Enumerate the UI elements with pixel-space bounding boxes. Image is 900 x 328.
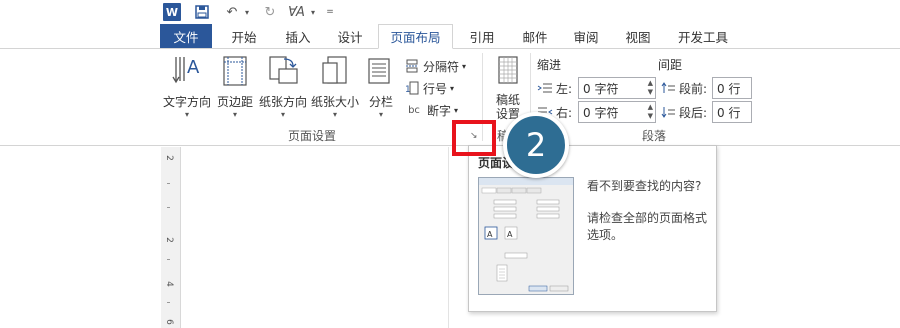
tooltip-line3: 选项。 <box>587 228 624 242</box>
dropdown-arrow-icon: ▾ <box>280 110 285 119</box>
hyphenation-icon: bc <box>408 104 420 116</box>
tooltip-line2: 请检查全部的页面格式 <box>587 211 708 225</box>
text-direction-icon: A <box>170 53 204 91</box>
spacing-before-label: 段前: <box>679 81 708 96</box>
tooltip-line1: 看不到要查找的内容? <box>587 179 702 193</box>
size-label: 纸张大小 <box>310 95 359 109</box>
dropdown-arrow-icon: ▾ <box>450 83 455 93</box>
dropdown-arrow-icon: ▾ <box>378 110 383 119</box>
dropdown-arrow-icon: ▾ <box>462 61 467 71</box>
columns-label: 分栏 <box>368 95 393 109</box>
dropdown-arrow-icon: ▾ <box>184 110 189 119</box>
tab-references[interactable]: 引用 <box>460 24 504 49</box>
spinner-arrows-icon[interactable]: ▲ ▼ <box>648 79 653 97</box>
spacing-before-row: 段前: <box>660 79 707 97</box>
dialog-launcher-highlight: ↘ <box>452 120 496 156</box>
spacing-after-row: 段后: <box>660 103 707 121</box>
dropdown-arrow-icon: ▾ <box>232 110 237 119</box>
ribbon-tabs: 文件 开始 插入 设计 页面布局 引用 邮件 审阅 视图 开发工具 <box>0 24 900 49</box>
indent-title: 缩进 <box>537 57 562 72</box>
ribbon-page-layout: A 文字方向 ▾ 页边距 ▾ 纸张方向 ▾ 纸张大小 ▾ 分栏 ▾ 分隔符 ▾ … <box>0 48 900 146</box>
orientation-button[interactable]: 纸张方向 ▾ <box>256 53 310 125</box>
page-setup-tooltip: 页面设置 A A 看不到要查找的内容? 请检查全部的页面格式 选项。 <box>468 145 717 312</box>
orientation-label: 纸张方向 <box>258 95 307 109</box>
spinner-arrows-icon[interactable]: ▲ ▼ <box>648 103 653 121</box>
svg-text:A: A <box>187 57 200 78</box>
indent-left-value: 0 字符 <box>583 81 619 96</box>
ruler-mark: 2 <box>163 237 174 243</box>
svg-text:A: A <box>507 230 513 239</box>
draft-paper-label-line1: 稿纸 <box>495 93 520 107</box>
page-setup-dialog-thumbnail: A A <box>478 177 574 295</box>
text-direction-button[interactable]: A 文字方向 ▾ <box>161 53 213 125</box>
draft-paper-icon <box>493 53 523 91</box>
ruler-mark: 4 <box>163 281 174 287</box>
dropdown-arrow-icon: ▾ <box>332 110 337 119</box>
hyphenation-button[interactable]: bc 断字 ▾ <box>404 101 458 119</box>
columns-icon <box>364 53 398 91</box>
quick-access-toolbar: W ↶ ▾ ↻ ⱯA ▾ = <box>0 0 900 24</box>
hyphenation-label: 断字 <box>427 103 452 118</box>
tab-page-layout[interactable]: 页面布局 <box>378 24 453 49</box>
orientation-icon <box>266 53 300 91</box>
spacing-before-input[interactable]: 0 行 <box>712 77 752 99</box>
format-dropdown-icon[interactable]: ▾ <box>308 3 318 21</box>
margins-icon <box>218 53 252 91</box>
line-numbers-button[interactable]: 1 行号 ▾ <box>404 79 454 97</box>
breaks-icon <box>404 59 420 73</box>
tab-design[interactable]: 设计 <box>328 24 372 49</box>
vertical-ruler[interactable]: 2 2 4 6 <box>161 147 181 328</box>
indent-right-value: 0 字符 <box>583 105 619 120</box>
columns-button[interactable]: 分栏 ▾ <box>366 53 396 125</box>
save-icon[interactable] <box>192 3 212 21</box>
margins-label: 页边距 <box>216 95 253 109</box>
customize-qat-icon[interactable]: = <box>324 3 336 21</box>
spacing-after-icon <box>660 105 676 119</box>
undo-dropdown-icon[interactable]: ▾ <box>242 3 252 21</box>
redo-icon[interactable]: ↻ <box>262 3 278 21</box>
tab-home[interactable]: 开始 <box>222 24 266 49</box>
tab-insert[interactable]: 插入 <box>276 24 320 49</box>
paper-size-icon <box>318 53 352 91</box>
tab-mailings[interactable]: 邮件 <box>513 24 557 49</box>
spacing-after-label: 段后: <box>679 105 708 120</box>
paragraph-group-label: 段落 <box>642 129 667 143</box>
dropdown-arrow-icon: ▾ <box>454 105 459 115</box>
breaks-label: 分隔符 <box>423 59 460 74</box>
line-numbers-label: 行号 <box>423 81 448 96</box>
font-format-icon[interactable]: ⱯA <box>284 3 308 21</box>
document-page[interactable] <box>181 147 449 328</box>
tab-view[interactable]: 视图 <box>616 24 660 49</box>
margins-button[interactable]: 页边距 ▾ <box>214 53 256 125</box>
step-number-badge: 2 <box>503 112 569 178</box>
indent-right-input[interactable]: 0 字符 ▲ ▼ <box>578 101 656 123</box>
indent-left-row: 左: <box>537 79 572 97</box>
draft-paper-button[interactable]: 稿纸 设置 <box>490 53 526 125</box>
breaks-button[interactable]: 分隔符 ▾ <box>404 57 466 75</box>
tab-developer[interactable]: 开发工具 <box>670 24 736 49</box>
tab-review[interactable]: 审阅 <box>564 24 608 49</box>
size-button[interactable]: 纸张大小 ▾ <box>310 53 360 125</box>
line-numbers-icon: 1 <box>404 81 420 95</box>
dialog-launcher-icon[interactable]: ↘ <box>470 131 478 141</box>
svg-text:A: A <box>487 230 493 239</box>
ruler-mark: 6 <box>163 319 174 325</box>
spacing-after-value: 0 行 <box>717 105 741 120</box>
spacing-before-value: 0 行 <box>717 81 741 96</box>
ruler-mark: 2 <box>163 155 174 161</box>
spacing-after-input[interactable]: 0 行 <box>712 101 752 123</box>
spacing-title: 间距 <box>658 57 683 72</box>
indent-left-icon <box>537 81 553 95</box>
undo-icon[interactable]: ↶ <box>222 3 242 21</box>
word-logo-icon: W <box>163 3 181 21</box>
document-area <box>0 147 900 328</box>
indent-left-label: 左: <box>556 81 573 96</box>
indent-left-input[interactable]: 0 字符 ▲ ▼ <box>578 77 656 99</box>
text-direction-label: 文字方向 <box>162 95 211 109</box>
page-setup-group-label: 页面设置 <box>288 129 337 143</box>
spacing-before-icon <box>660 81 676 95</box>
indent-right-label: 右: <box>556 105 573 120</box>
tab-file[interactable]: 文件 <box>160 24 212 49</box>
